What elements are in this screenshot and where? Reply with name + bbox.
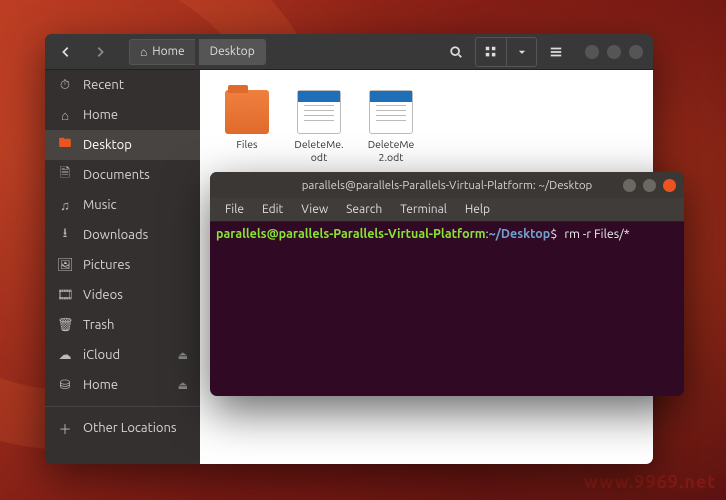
terminal-menu-file[interactable]: File [218, 201, 251, 218]
terminal-menu-help[interactable]: Help [458, 201, 497, 218]
sidebar-item-label: iCloud [83, 348, 120, 362]
prompt-path: ~/Desktop [489, 227, 551, 241]
sidebar-icon: ⌂ [57, 108, 73, 123]
sidebar-item-videos[interactable]: 🎞 Videos [45, 280, 200, 310]
sidebar-icon: ♫ [57, 198, 73, 213]
sidebar-item-label: Music [83, 198, 117, 212]
sidebar-item-label: Downloads [83, 228, 148, 242]
terminal-window: parallels@parallels-Parallels-Virtual-Pl… [210, 172, 684, 396]
terminal-close-button[interactable] [663, 179, 676, 192]
files-sidebar: ⏱ Recent ⌂ Home 🖿 Desktop 🗎 Documents ♫ Music ⭳ Dow… [45, 70, 200, 464]
sidebar-item-pictures[interactable]: 🖼 Pictures [45, 250, 200, 280]
sidebar-other-locations[interactable]: ＋ Other Locations [45, 413, 200, 443]
sidebar-item-trash[interactable]: 🗑 Trash [45, 310, 200, 340]
sidebar-icon: 🗎 [57, 164, 73, 186]
plus-icon: ＋ [57, 419, 73, 438]
terminal-window-controls [623, 179, 676, 192]
breadcrumb-current-label: Desktop [210, 45, 255, 58]
sidebar-icon: ⏱ [57, 78, 73, 93]
file-label: Files [236, 138, 257, 162]
sidebar-icon: ☁ [57, 348, 73, 363]
terminal-minimize-button[interactable] [623, 179, 636, 192]
sidebar-item-label: Trash [83, 318, 114, 332]
watermark-text: www.9969.net [584, 472, 716, 492]
grid-view-button[interactable] [476, 38, 506, 66]
sidebar-icon: 🎞 [57, 288, 73, 303]
file-item[interactable]: DeleteMe2.odt [362, 86, 420, 167]
view-dropdown-button[interactable] [506, 38, 536, 66]
view-switcher [475, 37, 537, 67]
sidebar-icon: ⭳ [57, 224, 73, 246]
sidebar-item-label: Other Locations [83, 421, 177, 435]
sidebar-item-label: Home [83, 378, 118, 392]
sidebar-icon: 🗑 [57, 318, 73, 333]
home-icon: ⌂ [140, 45, 147, 59]
sidebar-item-label: Videos [83, 288, 123, 302]
eject-icon[interactable]: ⏏ [178, 379, 188, 392]
terminal-menu-search[interactable]: Search [339, 201, 389, 218]
sidebar-item-desktop[interactable]: 🖿 Desktop [45, 130, 200, 160]
sidebar-icon: 🖿 [57, 134, 73, 156]
terminal-title-text: parallels@parallels-Parallels-Virtual-Pl… [302, 179, 593, 192]
terminal-body[interactable]: parallels@parallels-Parallels-Virtual-Pl… [210, 222, 684, 396]
sidebar-item-home[interactable]: ⛁ Home ⏏ [45, 370, 200, 400]
terminal-menu-view[interactable]: View [294, 201, 335, 218]
prompt-user-host: parallels@parallels-Parallels-Virtual-Pl… [216, 227, 486, 241]
terminal-maximize-button[interactable] [643, 179, 656, 192]
sidebar-icon: ⛁ [57, 378, 73, 393]
folder-icon [225, 90, 269, 134]
prompt-symbol: $ [550, 227, 557, 241]
sidebar-item-icloud[interactable]: ☁ iCloud ⏏ [45, 340, 200, 370]
search-button[interactable] [441, 38, 471, 66]
sidebar-item-label: Desktop [83, 138, 132, 152]
terminal-menubar: FileEditViewSearchTerminalHelp [210, 198, 684, 222]
sidebar-item-label: Home [83, 108, 118, 122]
file-item[interactable]: Files [218, 86, 276, 166]
close-button[interactable] [629, 45, 643, 59]
sidebar-item-label: Recent [83, 78, 124, 92]
prompt-command: rm -r Files/* [564, 227, 629, 241]
doc-icon [297, 90, 341, 134]
file-label: DeleteMe2.odt [366, 138, 416, 163]
doc-icon [369, 90, 413, 134]
breadcrumb-current[interactable]: Desktop [199, 39, 266, 65]
maximize-button[interactable] [607, 45, 621, 59]
terminal-menu-edit[interactable]: Edit [255, 201, 290, 218]
breadcrumb-home[interactable]: ⌂ Home [129, 39, 195, 65]
nav-forward-button[interactable] [85, 38, 115, 66]
minimize-button[interactable] [585, 45, 599, 59]
terminal-titlebar[interactable]: parallels@parallels-Parallels-Virtual-Pl… [210, 172, 684, 198]
breadcrumb-home-label: Home [152, 45, 184, 58]
file-label: DeleteMe.odt [294, 138, 344, 163]
nav-back-button[interactable] [51, 38, 81, 66]
sidebar-item-label: Pictures [83, 258, 130, 272]
sidebar-icon: 🖼 [57, 258, 73, 273]
sidebar-item-label: Documents [83, 168, 150, 182]
eject-icon[interactable]: ⏏ [178, 349, 188, 362]
sidebar-item-documents[interactable]: 🗎 Documents [45, 160, 200, 190]
hamburger-menu-button[interactable] [541, 38, 571, 66]
sidebar-item-downloads[interactable]: ⭳ Downloads [45, 220, 200, 250]
sidebar-item-home[interactable]: ⌂ Home [45, 100, 200, 130]
sidebar-item-recent[interactable]: ⏱ Recent [45, 70, 200, 100]
sidebar-item-music[interactable]: ♫ Music [45, 190, 200, 220]
window-controls [585, 45, 643, 59]
files-titlebar[interactable]: ⌂ Home Desktop [45, 34, 653, 70]
file-item[interactable]: DeleteMe.odt [290, 86, 348, 167]
sidebar-separator [45, 406, 200, 407]
terminal-menu-terminal[interactable]: Terminal [393, 201, 454, 218]
